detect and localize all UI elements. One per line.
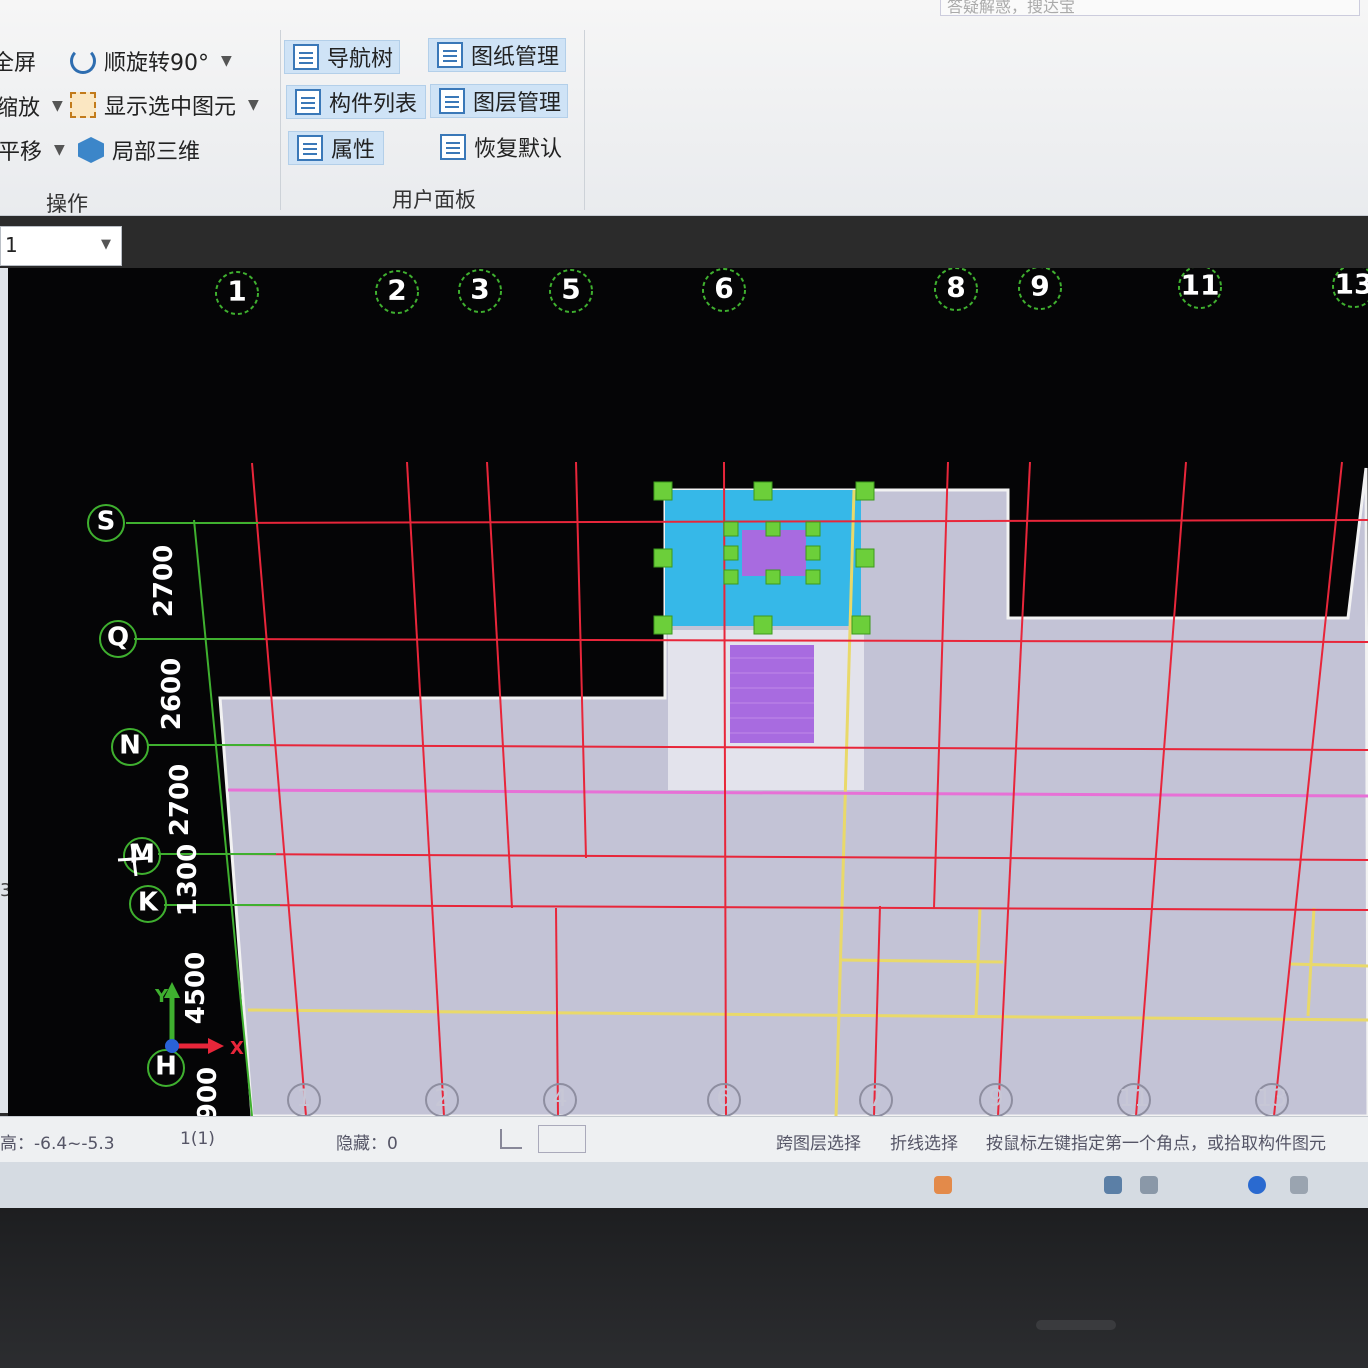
- rotate-clockwise-button[interactable]: 顺旋转90° ▼: [62, 44, 240, 78]
- axis-bubble-top[interactable]: 8: [946, 271, 965, 304]
- drawing-manager-label: 图纸管理: [471, 45, 560, 70]
- cross-layer-select[interactable]: 跨图层选择: [776, 1129, 861, 1154]
- restore-default-label: 恢复默认: [474, 137, 563, 162]
- axis-bubble-bottom[interactable]: 9: [988, 1084, 1003, 1112]
- svg-text:X: X: [230, 1038, 244, 1059]
- search-input[interactable]: 答疑解惑，搜达宝: [940, 0, 1360, 16]
- status-bar: 高：-6.4~-5.3 1(1) 隐藏：0 跨图层选择 折线选择 按鼠标左键指定…: [0, 1116, 1368, 1163]
- ops-group-label: 操作: [46, 192, 88, 216]
- pan-label: 平移: [0, 140, 43, 165]
- group-divider: [280, 30, 281, 210]
- axis-bubble-top[interactable]: 3: [470, 273, 489, 306]
- app-tray-icon[interactable]: [934, 1176, 952, 1194]
- drawing-canvas[interactable]: 1 2 3 5 6 8 9 11 13 SQNMKH 1 2 4 6 7 9 11 13 2700 2600 27…: [8, 268, 1368, 1116]
- show-selected-icon: [70, 92, 96, 118]
- axis-bubble-top[interactable]: 13: [1335, 268, 1368, 301]
- left-panel-edge: [0, 268, 8, 1113]
- axis-dimension: 4500: [181, 952, 211, 1024]
- axis-bubble-left[interactable]: N: [119, 730, 141, 760]
- axis-dimension: 1300: [173, 844, 203, 916]
- nav-tree-icon: [293, 44, 319, 70]
- bezel-slot: [1036, 1320, 1116, 1330]
- show-selected-button[interactable]: 显示选中图元 ▼: [62, 88, 267, 122]
- pan-button[interactable]: 平移 ▼: [0, 133, 73, 167]
- restore-default-button[interactable]: 恢复默认: [432, 130, 570, 164]
- layer-manager-label: 图层管理: [473, 91, 562, 116]
- bluetooth-icon[interactable]: [1248, 1176, 1266, 1194]
- group-divider: [584, 30, 585, 210]
- axis-bubble-bottom[interactable]: 11: [1119, 1084, 1150, 1112]
- axis-dimension: 2700: [165, 764, 195, 836]
- show-selected-label: 显示选中图元: [104, 95, 237, 120]
- battery-icon[interactable]: [1290, 1176, 1308, 1194]
- chevron-down-icon: ▼: [221, 53, 232, 69]
- monitor-bezel: [0, 1208, 1368, 1368]
- restore-default-icon: [440, 134, 466, 160]
- component-list-icon: [295, 89, 321, 115]
- axis-bubble-left[interactable]: Q: [107, 622, 129, 652]
- axis-bubble-top[interactable]: 5: [561, 273, 580, 306]
- tray-icon[interactable]: [1140, 1176, 1158, 1194]
- elevation-text: 高：-6.4~-5.3: [0, 1134, 115, 1154]
- panel-group-label: 用户面板: [392, 188, 476, 212]
- axis-bubble-bottom[interactable]: 1: [296, 1084, 311, 1112]
- axis-dimension: 2600: [157, 658, 187, 730]
- local-3d-icon: [78, 137, 104, 163]
- axis-bubble-top[interactable]: 1: [227, 275, 246, 308]
- chevron-down-icon: ▼: [101, 237, 111, 252]
- properties-label: 属性: [331, 138, 376, 163]
- rotate-label: 顺旋转90°: [104, 51, 209, 76]
- nav-tree-button[interactable]: 导航树: [284, 40, 400, 74]
- local-3d-label: 局部三维: [112, 140, 201, 165]
- drawing-manager-button[interactable]: 图纸管理: [428, 38, 566, 72]
- properties-button[interactable]: 属性: [288, 131, 384, 165]
- axis-bubble-bottom[interactable]: 7: [868, 1084, 883, 1112]
- axis-bubble-left[interactable]: K: [138, 887, 159, 917]
- fullscreen-label: 全屏: [0, 51, 37, 76]
- svg-text:Y: Y: [154, 986, 169, 1007]
- axis-bubble-top[interactable]: 9: [1030, 270, 1049, 303]
- zoom-label: 缩放: [0, 96, 41, 121]
- floor-text: 1(1): [180, 1129, 215, 1149]
- layer-manager-icon: [439, 88, 465, 114]
- snap-toggle-icon[interactable]: [538, 1125, 586, 1153]
- chevron-down-icon: ▼: [248, 97, 259, 113]
- axis-bubble-bottom[interactable]: 6: [716, 1084, 731, 1112]
- axis-bubble-bottom[interactable]: 13: [1257, 1084, 1288, 1112]
- axis-dimension: 2700: [149, 545, 179, 617]
- properties-icon: [297, 135, 323, 161]
- column-element[interactable]: [730, 645, 814, 743]
- component-list-label: 构件列表: [329, 92, 418, 117]
- fullscreen-button[interactable]: 全屏: [0, 44, 44, 78]
- floor-select-value: 1: [5, 233, 18, 257]
- tray-icon[interactable]: [1104, 1176, 1122, 1194]
- component-list-button[interactable]: 构件列表: [286, 85, 426, 119]
- polyline-select[interactable]: 折线选择: [890, 1129, 958, 1154]
- floor-select[interactable]: 1 ▼: [0, 226, 122, 266]
- chevron-down-icon: ▼: [54, 142, 65, 158]
- axis-bubble-left[interactable]: S: [97, 506, 116, 536]
- rotate-clockwise-icon: [70, 48, 96, 74]
- taskbar: [0, 1162, 1368, 1208]
- column-element[interactable]: [742, 530, 806, 576]
- local-3d-button[interactable]: 局部三维: [70, 133, 208, 167]
- axis-bubble-left[interactable]: H: [155, 1051, 177, 1081]
- command-hint: 按鼠标左键指定第一个角点，或拾取构件图元: [986, 1134, 1326, 1154]
- axis-bubble-top[interactable]: 2: [387, 274, 406, 307]
- axis-bubble-bottom[interactable]: 4: [552, 1084, 567, 1112]
- cad-drawing[interactable]: 1 2 3 5 6 8 9 11 13 SQNMKH 1 2 4 6 7 9 11 13 2700260027…: [8, 268, 1368, 1116]
- drawing-manager-icon: [437, 42, 463, 68]
- layer-manager-button[interactable]: 图层管理: [430, 84, 568, 118]
- axis-bubble-bottom[interactable]: 2: [434, 1084, 449, 1112]
- axis-dimension: 900: [193, 1067, 223, 1116]
- axis-bubble-top[interactable]: 6: [714, 272, 733, 305]
- nav-tree-label: 导航树: [327, 47, 394, 72]
- ortho-icon[interactable]: [500, 1129, 522, 1149]
- hidden-count-text: 隐藏：0: [336, 1134, 398, 1154]
- ribbon-toolbar: 全屏 缩放 ▼ 平移 ▼ 顺旋转90° ▼ 显示选中图元 ▼ 局部三维 操作 导航树 图…: [0, 0, 1368, 216]
- axis-bubble-top[interactable]: 11: [1181, 269, 1220, 302]
- zoom-button[interactable]: 缩放 ▼: [0, 89, 71, 123]
